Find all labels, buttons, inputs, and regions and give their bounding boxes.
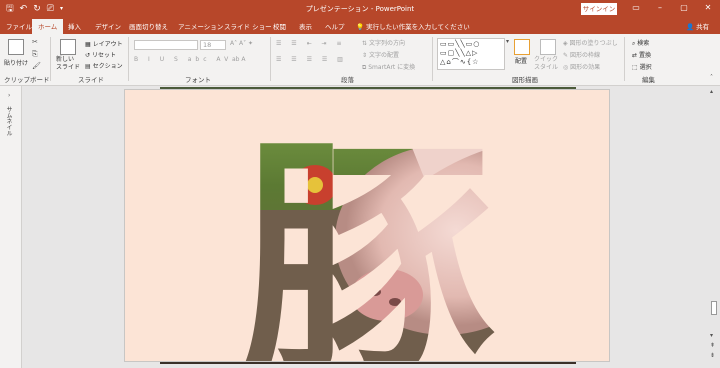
- font-size-select[interactable]: 18: [200, 40, 226, 50]
- group-drawing-label: 図形描画: [512, 76, 538, 84]
- ribbon-display-options-icon[interactable]: ▭: [627, 3, 645, 12]
- minimize-icon[interactable]: –: [651, 3, 669, 12]
- cut-icon[interactable]: ✂: [32, 38, 38, 46]
- expand-thumbnails-icon[interactable]: ›: [8, 92, 10, 99]
- maximize-icon[interactable]: ▢: [675, 3, 693, 12]
- vertical-scrollbar[interactable]: ▴ ▾ ⇞ ⇟: [708, 86, 720, 368]
- shapes-gallery-more-icon[interactable]: ▾: [506, 38, 509, 45]
- divider: [624, 37, 625, 81]
- shape-outline-button[interactable]: ✎ 図形の枠線: [563, 50, 600, 59]
- reset-button[interactable]: ↺ リセット: [85, 50, 116, 59]
- pig-photo-text: 豚: [240, 116, 496, 361]
- tab-file[interactable]: ファイル: [6, 21, 32, 31]
- find-button[interactable]: ⌕ 検索: [632, 38, 649, 48]
- slide-canvas[interactable]: 豚: [124, 89, 610, 362]
- tab-home[interactable]: ホーム: [32, 19, 64, 34]
- paste-icon[interactable]: [8, 39, 24, 55]
- close-icon[interactable]: ✕: [699, 3, 717, 12]
- divider: [128, 37, 129, 81]
- thumbnail-pane-label: サムネイル: [5, 106, 12, 136]
- select-button[interactable]: ⬚ 選択: [632, 62, 652, 71]
- quick-styles-button-label[interactable]: クイック スタイル: [534, 56, 558, 72]
- group-clipboard-label: クリップボード: [4, 76, 50, 84]
- layout-button[interactable]: ▦ レイアウト: [85, 39, 123, 48]
- replace-icon: ⇄: [632, 52, 638, 59]
- signin-button[interactable]: サインイン: [581, 3, 617, 15]
- text-direction-button[interactable]: ⇅ 文字列の方向: [362, 38, 405, 47]
- divider: [270, 37, 271, 81]
- list-buttons[interactable]: ☰ ☰ ⇤ ⇥ ≡: [276, 40, 345, 47]
- new-slide-button-label[interactable]: 新しい スライド: [56, 56, 80, 72]
- share-button[interactable]: 👤 共有: [686, 21, 709, 31]
- next-slide-icon[interactable]: ⇟: [710, 352, 715, 359]
- copy-icon[interactable]: ⎘: [32, 50, 38, 59]
- font-color-icons[interactable]: ab A: [232, 56, 246, 63]
- group-paragraph-label: 段落: [341, 76, 354, 84]
- tab-review[interactable]: 校閲: [273, 21, 286, 31]
- divider: [50, 37, 51, 81]
- collapse-ribbon-icon[interactable]: ˄: [710, 74, 713, 81]
- tab-insert[interactable]: 挿入: [68, 21, 81, 31]
- scroll-up-icon[interactable]: ▴: [710, 88, 713, 95]
- lightbulb-icon: 💡: [356, 23, 367, 31]
- replace-button[interactable]: ⇄ 置換: [632, 50, 651, 59]
- font-name-select[interactable]: [134, 40, 198, 50]
- paste-button-label[interactable]: 貼り付け: [4, 58, 28, 67]
- tab-help[interactable]: ヘルプ: [325, 21, 345, 31]
- scroll-down-icon[interactable]: ▾: [710, 332, 713, 339]
- ribbon: 貼り付け ✂ ⎘ 🖌 クリップボード 新しい スライド ▦ レイアウト ↺ リセ…: [0, 34, 720, 86]
- font-style-buttons[interactable]: B I U S abc AV: [134, 56, 232, 63]
- select-icon: ⬚: [632, 64, 638, 71]
- ribbon-tabs: ファイル ホーム 挿入 デザイン 画面切り替え アニメーション スライド ショー…: [0, 18, 720, 34]
- font-size-adjust-icons[interactable]: A˄ A˅ ✦: [230, 40, 253, 47]
- tab-view[interactable]: 表示: [299, 21, 312, 31]
- group-slides-label: スライド: [78, 76, 104, 84]
- shape-effects-button[interactable]: ◎ 図形の効果: [563, 62, 600, 71]
- tab-slideshow[interactable]: スライド ショー: [224, 21, 272, 31]
- tab-design[interactable]: デザイン: [95, 21, 121, 31]
- convert-smartart-button[interactable]: ⧉ SmartArt に変換: [362, 62, 415, 72]
- tell-me-search[interactable]: 💡 実行したい作業を入力してください: [356, 21, 470, 31]
- previous-slide-icon[interactable]: ⇞: [710, 342, 715, 349]
- slide-image-bottom-edge: [160, 362, 576, 364]
- arrange-button-label[interactable]: 配置: [515, 56, 527, 65]
- person-icon: 👤: [686, 23, 695, 31]
- format-painter-icon[interactable]: 🖌: [32, 62, 41, 70]
- align-buttons[interactable]: ☰ ☰ ☰ ☰ ▥: [276, 56, 347, 63]
- tab-animations[interactable]: アニメーション: [178, 21, 223, 31]
- section-button[interactable]: ▤ セクション: [85, 61, 123, 70]
- quick-styles-icon[interactable]: [540, 39, 556, 55]
- search-icon: ⌕: [632, 40, 636, 47]
- shapes-gallery[interactable]: ▭▭╲╲▭○ ▭▢╲╲△▷ △⌂⌒∿{☆: [437, 38, 505, 70]
- arrange-icon[interactable]: [514, 39, 530, 55]
- new-slide-icon[interactable]: [60, 39, 76, 55]
- group-font-label: フォント: [185, 76, 211, 84]
- divider: [432, 37, 433, 81]
- tab-transitions[interactable]: 画面切り替え: [129, 21, 168, 31]
- shape-fill-button[interactable]: ◈ 図形の塗りつぶし: [563, 38, 618, 47]
- align-text-button[interactable]: ⇕ 文字の配置: [362, 50, 399, 59]
- title-bar: 🖫 ↶ ↻ ⎚ ▾ プレゼンテーション - PowerPoint サインイン ▭…: [0, 0, 720, 18]
- scrollbar-thumb[interactable]: [711, 301, 717, 315]
- group-editing-label: 編集: [642, 76, 655, 84]
